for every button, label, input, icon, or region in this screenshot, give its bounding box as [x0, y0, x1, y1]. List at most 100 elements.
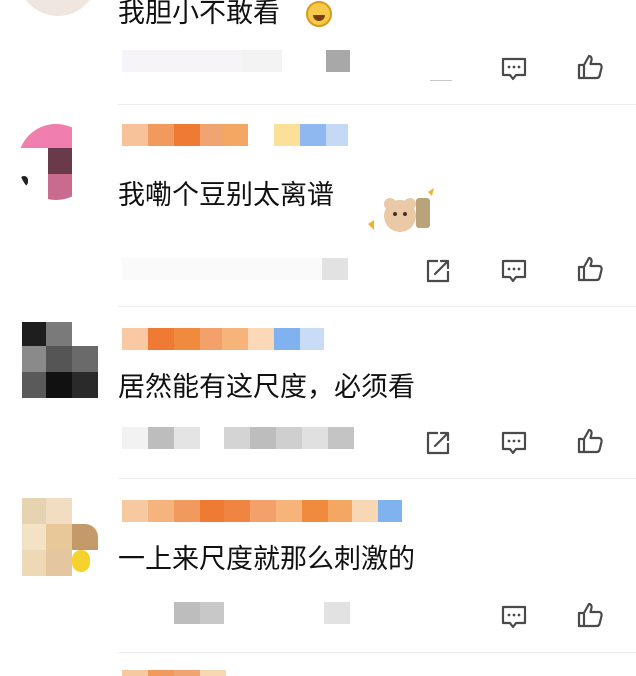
comment-icon: [501, 431, 527, 455]
avatar-pixel: [46, 322, 72, 346]
blurred-name: [378, 500, 402, 522]
like-button[interactable]: [573, 252, 607, 286]
blurred-name: [300, 124, 326, 146]
blurred-name: [328, 500, 352, 522]
username[interactable]: [122, 670, 226, 676]
blurred-name: [122, 500, 148, 522]
blurred-name: [148, 124, 174, 146]
comment-icon: [501, 57, 527, 81]
blurred-name: [148, 500, 174, 522]
blurred-meta: [122, 258, 322, 280]
blurred-name: [122, 328, 148, 350]
avatar[interactable]: [18, 124, 94, 200]
avatar-pixel: [72, 524, 98, 550]
blurred-name: [174, 670, 200, 676]
share-button[interactable]: [421, 426, 455, 460]
blurred-name: [274, 124, 300, 146]
like-button[interactable]: [573, 424, 607, 458]
blurred-name: [200, 500, 224, 522]
blurred-meta: [324, 602, 350, 624]
share-icon: [426, 259, 450, 283]
username[interactable]: [122, 328, 324, 350]
blurred-name: [122, 670, 148, 676]
blurred-name: [148, 670, 174, 676]
blurred-name: [222, 328, 248, 350]
avatar-pixel: [46, 550, 72, 576]
reply-button[interactable]: [497, 600, 531, 634]
avatar-pixel: [22, 322, 46, 346]
avatar-pixel: [48, 148, 72, 174]
avatar-pixel: [46, 524, 72, 550]
avatar-pixel: [22, 346, 46, 372]
blurred-meta: [224, 602, 324, 624]
avatar-pixel: [22, 498, 46, 524]
reply-button[interactable]: [497, 254, 531, 288]
blurred-name: [300, 328, 324, 350]
blurred-meta: [242, 50, 282, 72]
comment-meta: [122, 602, 350, 624]
avatar-pixel: [46, 372, 72, 398]
blurred-name: [122, 124, 148, 146]
blurred-name: [148, 328, 174, 350]
like-button[interactable]: [573, 50, 607, 84]
blurred-meta: [326, 50, 350, 72]
avatar-pixel: [72, 550, 90, 572]
blurred-name: [302, 500, 328, 522]
blurred-name: [200, 124, 222, 146]
share-button[interactable]: [421, 254, 455, 288]
avatar-pixel: [46, 498, 72, 524]
divider: [118, 306, 636, 307]
divider: [118, 478, 636, 479]
blurred-name: [276, 500, 302, 522]
avatar-pixel: [48, 174, 72, 200]
blurred-name: [174, 328, 200, 350]
blurred-meta: [174, 602, 200, 624]
like-button[interactable]: [573, 598, 607, 632]
blurred-meta: [122, 427, 148, 449]
comment-text: 一上来尺度就那么刺激的: [118, 544, 415, 575]
blurred-meta: [224, 427, 250, 449]
avatar-pixel: [22, 524, 46, 550]
thumbs-up-icon: [577, 602, 603, 628]
avatar-pixel: [22, 550, 46, 576]
comment-meta: [122, 50, 350, 72]
blurred-name: [174, 500, 200, 522]
thumbs-up-icon: [577, 428, 603, 454]
comment-text: 我胆小不敢看: [118, 0, 280, 29]
thumbs-up-icon: [577, 256, 603, 282]
blurred-name: [174, 124, 200, 146]
comment-icon: [501, 259, 527, 283]
divider: [118, 104, 636, 105]
avatar[interactable]: [18, 0, 98, 16]
username[interactable]: [122, 124, 348, 146]
blurred-name: [222, 124, 248, 146]
blurred-name: [250, 500, 276, 522]
blurred-meta: [250, 427, 276, 449]
blurred-name: [224, 500, 250, 522]
blurred-meta: [328, 427, 354, 449]
comment-meta: [122, 427, 354, 449]
avatar-pixel: [18, 124, 72, 148]
blurred-name: [274, 328, 300, 350]
reply-button[interactable]: [497, 426, 531, 460]
reply-button[interactable]: [497, 52, 531, 86]
blurred-name: [248, 124, 274, 146]
blurred-meta: [148, 427, 174, 449]
blurred-meta: [200, 427, 224, 449]
avatar[interactable]: [22, 322, 98, 398]
avatar[interactable]: [22, 498, 98, 576]
share-icon: [426, 431, 450, 455]
divider: [430, 80, 452, 81]
comment-meta: [122, 258, 348, 280]
blurred-name: [326, 124, 348, 146]
username[interactable]: [122, 500, 402, 522]
blurred-meta: [302, 427, 328, 449]
avatar-pixel: [72, 346, 98, 372]
blurred-name: [248, 328, 274, 350]
blurred-meta: [174, 427, 200, 449]
blurred-meta: [200, 602, 224, 624]
avatar-pixel: [22, 372, 46, 398]
blurred-meta: [122, 50, 242, 72]
comment-text: 居然能有这尺度，必须看: [118, 372, 415, 403]
laughing-emoji-icon: [306, 1, 332, 27]
